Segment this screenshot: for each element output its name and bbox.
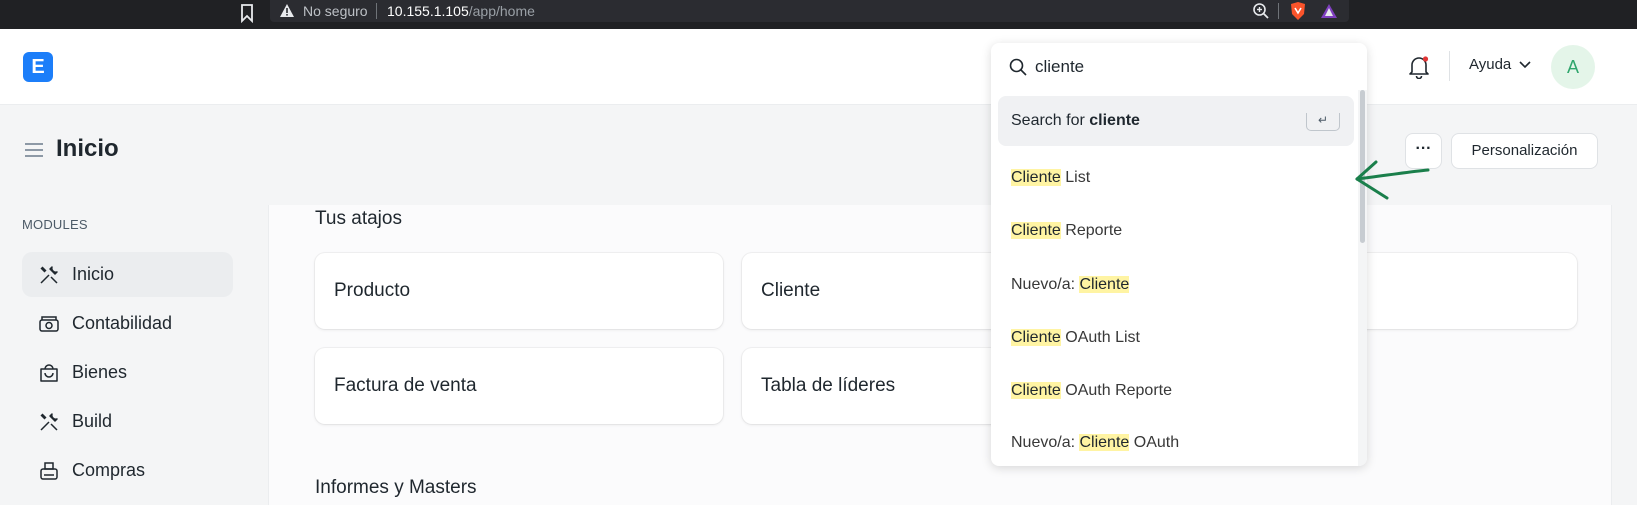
sidebar-item-build[interactable]: Build <box>22 399 233 444</box>
result-highlight: Cliente <box>1011 222 1061 239</box>
shortcut-label: Factura de venta <box>334 375 477 396</box>
result-suffix: Reporte <box>1060 222 1123 239</box>
shortcuts-heading: Tus atajos <box>315 208 402 229</box>
enter-key-icon: ↵ <box>1306 113 1340 131</box>
shortcut-label: Producto <box>334 280 411 301</box>
result-highlight: Cliente <box>1011 329 1061 346</box>
shortcut-card[interactable]: Tabla de líderes <box>742 348 1022 424</box>
sidebar-item-label: Contabilidad <box>72 313 173 333</box>
zoom-icon[interactable] <box>1252 2 1270 20</box>
help-dropdown[interactable]: Ayuda <box>1469 56 1532 73</box>
search-for-term: cliente <box>1089 112 1140 129</box>
result-prefix: Nuevo/a: <box>1011 276 1080 293</box>
shortcut-card[interactable]: Factura de venta <box>315 348 723 424</box>
search-input[interactable] <box>1035 53 1345 81</box>
sidebar-item-label: Build <box>72 411 113 431</box>
help-label: Ayuda <box>1469 56 1512 73</box>
search-result-item[interactable]: Cliente OAuth Reporte <box>1011 382 1172 400</box>
sidebar-item-label: Compras <box>72 460 146 480</box>
result-suffix: OAuth <box>1129 434 1180 451</box>
app-logo[interactable]: E <box>23 52 53 82</box>
app-navbar: E Ayuda A <box>0 29 1637 105</box>
search-icon <box>1009 58 1027 76</box>
result-highlight: Cliente <box>1079 276 1130 293</box>
search-for-result[interactable]: Search for cliente ↵ <box>998 96 1354 146</box>
shortcut-card[interactable]: Producto <box>315 253 723 329</box>
result-suffix: List <box>1060 169 1091 186</box>
search-result-item[interactable]: Nuevo/a: Cliente OAuth <box>1011 434 1179 452</box>
url-path: /app/home <box>468 3 535 19</box>
insecure-label: No seguro <box>303 3 368 19</box>
search-dropdown: Search for cliente ↵ Cliente List Client… <box>991 43 1367 466</box>
navbar-divider <box>1449 51 1450 81</box>
extension-triangle-icon[interactable] <box>1320 2 1338 20</box>
shortcut-label: Tabla de líderes <box>761 375 896 396</box>
address-bar[interactable]: No seguro 10.155.1.105/app/home <box>270 0 1349 22</box>
register-icon <box>40 462 58 480</box>
customize-button[interactable]: Personalización <box>1451 133 1598 169</box>
result-highlight: Cliente <box>1011 169 1061 186</box>
sidebar-item-bienes[interactable]: Bienes <box>22 350 233 395</box>
search-result-item[interactable]: Nuevo/a: Cliente <box>1011 276 1130 294</box>
notification-bell-icon[interactable] <box>1408 55 1430 79</box>
browser-toolbar: No seguro 10.155.1.105/app/home <box>0 0 1637 29</box>
search-result-item[interactable]: Cliente OAuth List <box>1011 329 1140 347</box>
search-result-item[interactable]: Cliente Reporte <box>1011 222 1122 240</box>
result-suffix: OAuth Reporte <box>1060 382 1172 399</box>
warning-icon[interactable] <box>279 3 295 19</box>
sidebar-item-label: Bienes <box>72 362 128 382</box>
sidebar-item-inicio[interactable]: Inicio <box>22 252 233 297</box>
cash-icon <box>39 316 59 332</box>
search-for-prefix: Search for <box>1011 112 1090 129</box>
bag-icon <box>40 364 58 382</box>
url-text: 10.155.1.105/app/home <box>387 3 535 19</box>
bookmark-icon[interactable] <box>240 3 254 23</box>
brave-shield-icon[interactable] <box>1289 1 1307 21</box>
result-prefix: Nuevo/a: <box>1011 434 1080 451</box>
sidebar-item-contabilidad[interactable]: Contabilidad <box>22 301 233 346</box>
search-result-item[interactable]: Cliente List <box>1011 169 1090 187</box>
sidebar-toggle-icon[interactable] <box>24 142 44 158</box>
sidebar-item-label: Inicio <box>72 264 115 284</box>
url-divider <box>1278 3 1279 19</box>
result-highlight: Cliente <box>1011 382 1061 399</box>
sidebar-heading: MODULES <box>22 217 88 232</box>
search-for-label: Search for cliente <box>1011 112 1140 130</box>
chevron-down-icon <box>1519 61 1532 69</box>
result-highlight: Cliente <box>1079 434 1130 451</box>
page-title: Inicio <box>56 135 119 162</box>
url-host: 10.155.1.105 <box>387 3 469 19</box>
shortcut-label: Cliente <box>761 280 821 301</box>
sidebar-item-compras[interactable]: Compras <box>22 448 233 493</box>
result-suffix: OAuth List <box>1060 329 1140 346</box>
search-bar <box>991 43 1367 90</box>
annotation-arrow-icon <box>1355 160 1430 200</box>
user-avatar[interactable]: A <box>1551 45 1595 89</box>
tools-icon <box>40 266 58 284</box>
tools-icon <box>40 413 58 431</box>
url-divider <box>376 3 377 19</box>
